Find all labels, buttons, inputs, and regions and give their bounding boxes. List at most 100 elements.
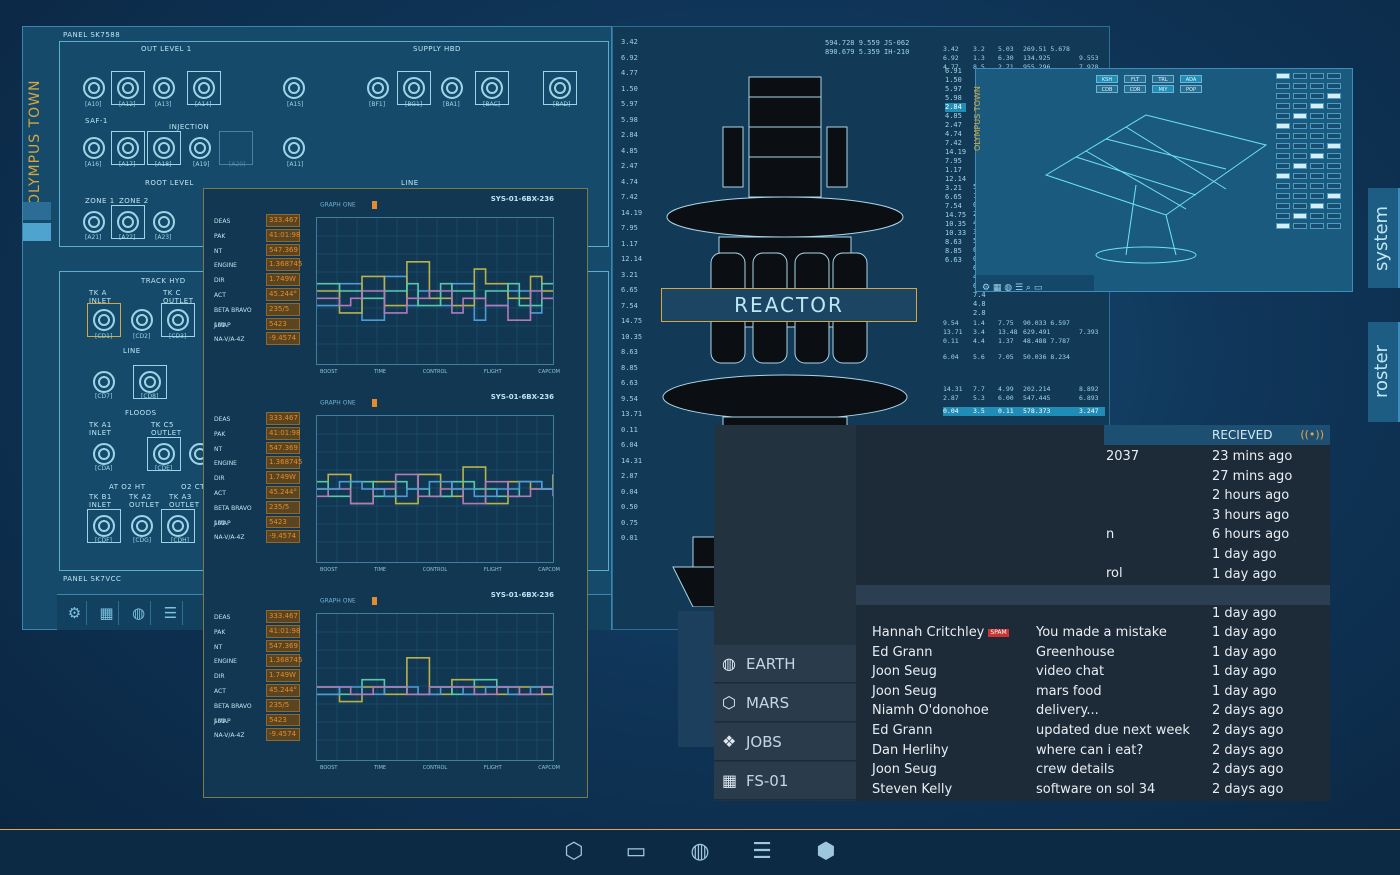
valve-port[interactable] bbox=[189, 137, 211, 159]
valve-port[interactable] bbox=[93, 371, 115, 393]
time-row[interactable]: 23 mins ago bbox=[856, 447, 1330, 467]
time-row[interactable]: 1 day ago bbox=[856, 565, 1330, 585]
valve-port[interactable] bbox=[131, 515, 153, 537]
valve-port[interactable] bbox=[83, 137, 105, 159]
time-row[interactable]: 3 hours ago bbox=[856, 506, 1330, 526]
building-icon[interactable]: ▦ bbox=[95, 601, 119, 625]
time-row[interactable]: 6 hours ago bbox=[856, 525, 1330, 545]
valve-port[interactable] bbox=[167, 515, 189, 537]
value-cell: 6.92 bbox=[621, 53, 638, 62]
message-row[interactable]: Ed Grann Greenhouse 1 day ago bbox=[856, 643, 1330, 663]
time-row[interactable]: 27 mins ago bbox=[856, 467, 1330, 487]
cluster-icon[interactable]: ⬡ bbox=[558, 836, 590, 868]
reactor-title: REACTOR bbox=[661, 288, 917, 322]
metric-value: 41:01:98 bbox=[266, 228, 300, 242]
sender-name: Joon Seug bbox=[872, 683, 937, 699]
valve-port[interactable] bbox=[403, 77, 425, 99]
valve-port[interactable] bbox=[153, 77, 175, 99]
solar-button[interactable]: POP bbox=[1180, 85, 1202, 93]
window-edge bbox=[678, 611, 714, 747]
valve-port[interactable] bbox=[83, 77, 105, 99]
grid-cell bbox=[1293, 93, 1307, 99]
valve-port[interactable] bbox=[117, 77, 139, 99]
time-row[interactable]: 2 hours ago bbox=[856, 486, 1330, 506]
valve-port[interactable] bbox=[481, 77, 503, 99]
value-cell: 2.47 bbox=[621, 162, 638, 170]
grid-cell bbox=[1327, 163, 1341, 169]
valve-port[interactable] bbox=[549, 77, 571, 99]
valve-port[interactable] bbox=[117, 211, 139, 233]
solar-button[interactable]: FLT bbox=[1124, 75, 1146, 83]
valve-port[interactable] bbox=[117, 137, 139, 159]
readout-row: 2.87 5.3 6.00 547.445 6.893 bbox=[943, 394, 1105, 403]
metric-label: NT bbox=[214, 445, 223, 453]
valve-port[interactable] bbox=[193, 77, 215, 99]
globe-icon[interactable]: ◍ bbox=[684, 836, 716, 868]
solar-array-window: OLYMPUS TOWN KSH FLT TRL ADA CDB CDR MIY POP ⚙ … bbox=[973, 68, 1353, 293]
graph-title-text: GRAPH ONE bbox=[320, 399, 356, 407]
message-row[interactable]: Joon Seug video chat 1 day ago bbox=[856, 662, 1330, 682]
grid-cell bbox=[1327, 213, 1341, 219]
valve-port[interactable] bbox=[167, 309, 189, 331]
valve-port[interactable] bbox=[367, 77, 389, 99]
valve-port[interactable] bbox=[283, 137, 305, 159]
sliders-icon[interactable]: ☰ bbox=[159, 601, 183, 625]
nav-item-jobs[interactable]: ❖ JOBS bbox=[714, 723, 856, 761]
grid-cell bbox=[1276, 93, 1290, 99]
message-row[interactable]: Hannah Critchley SPAM You made a mistake 1 … bbox=[856, 623, 1330, 643]
valve-port[interactable] bbox=[153, 443, 175, 465]
time-row[interactable]: 1 day ago bbox=[856, 545, 1330, 565]
valve-port[interactable] bbox=[283, 77, 305, 99]
x-label: CAPCOM bbox=[538, 765, 560, 771]
metric-label: J-MAP bbox=[214, 717, 231, 725]
nav-item-earth[interactable]: ◍ EARTH bbox=[714, 645, 856, 683]
readout-cell: 0.04 bbox=[943, 407, 959, 415]
metric-label: NT bbox=[214, 247, 223, 255]
valve-port[interactable] bbox=[93, 515, 115, 537]
solar-button[interactable]: CDB bbox=[1096, 85, 1118, 93]
sliders-icon[interactable]: ☰ bbox=[746, 836, 778, 868]
graph-marker bbox=[371, 597, 377, 605]
message-row[interactable]: Joon Seug mars food 1 day ago bbox=[856, 682, 1330, 702]
valve-port[interactable] bbox=[153, 211, 175, 233]
solar-button[interactable]: CDR bbox=[1124, 85, 1146, 93]
valve-port[interactable] bbox=[139, 371, 161, 393]
monitor-icon[interactable]: ▭ bbox=[620, 836, 652, 868]
sender-cell: Ed Grann bbox=[872, 721, 932, 741]
valve-port[interactable] bbox=[441, 77, 463, 99]
gear-icon[interactable]: ⚙ bbox=[63, 601, 87, 625]
message-row[interactable]: Niamh O'donohoe delivery... 2 days ago bbox=[856, 701, 1330, 721]
valve-port[interactable] bbox=[131, 309, 153, 331]
grid-cell bbox=[1310, 73, 1324, 79]
solar-button[interactable]: MIY bbox=[1152, 85, 1174, 93]
value-cell: 4.77 bbox=[621, 69, 638, 77]
valve-port[interactable] bbox=[153, 137, 175, 159]
valve-port[interactable] bbox=[93, 309, 115, 331]
message-row[interactable]: Joon Seug crew details 2 days ago bbox=[856, 760, 1330, 780]
message-row[interactable]: Ed Grann updated due next week 2 days ago bbox=[856, 721, 1330, 741]
valve-port-box[interactable] bbox=[219, 131, 253, 165]
readout-cell: 13.48 bbox=[998, 328, 1018, 336]
readout-cell: 1.37 bbox=[998, 337, 1014, 345]
grid-cell bbox=[1310, 123, 1324, 129]
nav-item-mars[interactable]: ⬡ MARS bbox=[714, 684, 856, 722]
tank-label: AT O2 HT bbox=[109, 483, 146, 491]
value-cell: 2.8 bbox=[973, 309, 986, 317]
valve-port[interactable] bbox=[83, 211, 105, 233]
message-row[interactable]: Dan Herlihy where can i eat? 2 days ago bbox=[856, 741, 1330, 761]
message-row[interactable]: Steven Kelly software on sol 34 2 days ago bbox=[856, 780, 1330, 800]
time-row[interactable]: 1 day ago bbox=[856, 604, 1330, 624]
solar-button[interactable]: KSH bbox=[1096, 75, 1118, 83]
tab-system[interactable]: system bbox=[1368, 188, 1400, 288]
nav-item-fs-01[interactable]: ▦ FS-01 bbox=[714, 762, 856, 800]
section-title: INJECTION bbox=[169, 123, 210, 131]
hexagons-icon[interactable]: ⬢ bbox=[810, 836, 842, 868]
solar-button[interactable]: ADA bbox=[1180, 75, 1202, 83]
globe-icon[interactable]: ◍ bbox=[127, 601, 151, 625]
solar-button[interactable]: TRL bbox=[1152, 75, 1174, 83]
metric-value: 547.369 bbox=[266, 639, 300, 653]
readout-cell: 8.892 bbox=[1079, 385, 1099, 393]
toolbar-icons[interactable]: ⚙ ▦ ◍ ☰ ⌕ ▭ bbox=[982, 283, 1042, 293]
valve-port[interactable] bbox=[93, 443, 115, 465]
tab-roster[interactable]: roster bbox=[1368, 322, 1400, 422]
